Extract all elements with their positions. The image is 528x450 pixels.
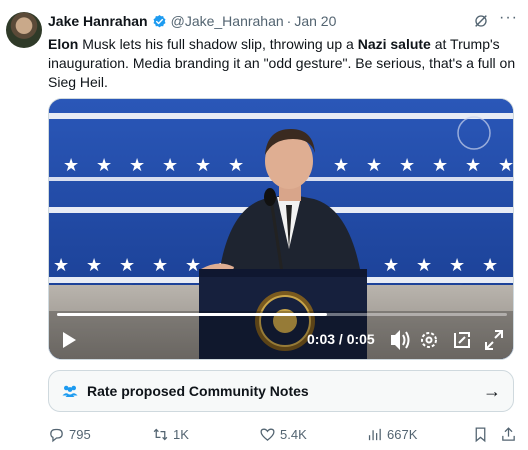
video-time: 0:03 / 0:05	[307, 331, 375, 347]
svg-text:★: ★	[383, 255, 399, 276]
community-notes-icon	[62, 385, 78, 397]
reply-icon	[50, 428, 63, 442]
like-icon	[260, 428, 275, 441]
svg-text:★: ★	[185, 255, 201, 276]
bookmark-icon	[475, 426, 486, 442]
author-name[interactable]: Jake Hanrahan	[48, 13, 148, 29]
retweet-icon	[153, 428, 168, 440]
arrow-right-icon: →	[483, 380, 501, 401]
svg-text:★: ★	[119, 255, 135, 276]
svg-text:★: ★	[228, 155, 244, 176]
svg-text:★: ★	[399, 155, 415, 176]
svg-text:★: ★	[465, 155, 481, 176]
views-button[interactable]: 667K	[366, 426, 417, 443]
views-count: 667K	[387, 426, 418, 442]
svg-text:★: ★	[482, 255, 498, 276]
svg-text:★: ★	[53, 255, 69, 276]
tweet-text-bold-2: Nazi salute	[357, 36, 431, 52]
community-notes-button[interactable]: Rate proposed Community Notes →	[48, 370, 514, 412]
more-icon[interactable]: ···	[499, 10, 518, 26]
svg-text:★: ★	[129, 155, 145, 176]
svg-text:★: ★	[449, 255, 465, 276]
video-player[interactable]: ★★★★★★ ★★★★★★ ★★★★★★ ★★★★	[48, 98, 514, 360]
svg-text:★: ★	[162, 155, 178, 176]
tweet-header: Jake Hanrahan @Jake_Hanrahan · Jan 20 ··…	[48, 10, 518, 30]
repost-count: 1K	[173, 426, 189, 442]
repost-button[interactable]: 1K	[152, 426, 189, 443]
like-count: 5.4K	[280, 426, 307, 442]
reply-count: 795	[69, 426, 91, 442]
svg-text:★: ★	[333, 155, 349, 176]
svg-text:★: ★	[498, 155, 514, 176]
tweet-text-part-2: Musk lets his full shadow slip, throwing…	[78, 36, 358, 52]
like-button[interactable]: 5.4K	[259, 426, 307, 443]
grok-icon[interactable]	[473, 13, 489, 29]
bookmark-button[interactable]	[472, 426, 489, 443]
tweet-date[interactable]: Jan 20	[294, 13, 336, 29]
svg-text:★: ★	[152, 255, 168, 276]
svg-text:★: ★	[96, 155, 112, 176]
community-notes-label: Rate proposed Community Notes	[87, 383, 309, 399]
share-button[interactable]	[500, 426, 517, 443]
svg-text:★: ★	[416, 255, 432, 276]
svg-text:★: ★	[366, 155, 382, 176]
verified-badge-icon	[153, 14, 166, 27]
svg-text:★: ★	[432, 155, 448, 176]
header-separator: ·	[286, 13, 292, 29]
views-icon	[368, 428, 381, 440]
author-avatar[interactable]	[6, 12, 42, 48]
reply-button[interactable]: 795	[48, 426, 91, 443]
tweet-actions: 795 1K 5.4K 667K	[48, 424, 518, 444]
share-icon	[502, 426, 515, 441]
author-handle[interactable]: @Jake_Hanrahan	[171, 13, 284, 29]
svg-text:★: ★	[63, 155, 79, 176]
svg-text:★: ★	[86, 255, 102, 276]
tweet-text-bold-1: Elon	[48, 36, 79, 52]
video-progress-fill	[57, 313, 327, 316]
tweet-text: Elon Musk lets his full shadow slip, thr…	[48, 35, 518, 92]
svg-text:★: ★	[195, 155, 211, 176]
video-frame: ★★★★★★ ★★★★★★ ★★★★★★ ★★★★	[49, 99, 514, 359]
